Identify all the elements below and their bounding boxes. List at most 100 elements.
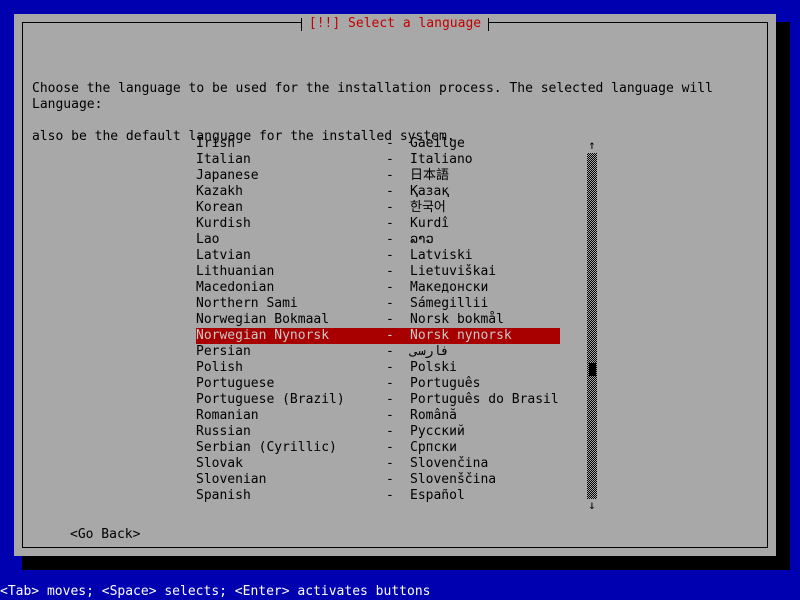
language-list-item[interactable]: Irish - Gaeilge [196, 136, 560, 152]
language-name-english: Kurdish [196, 216, 251, 231]
language-name-english: Lithuanian [196, 264, 275, 279]
language-name-native: فارسی [410, 344, 450, 359]
language-name-native: Italiano [410, 152, 473, 167]
language-column-separator: - [386, 168, 394, 183]
language-name-english: Northern Sami [196, 296, 298, 311]
language-column-separator: - [386, 136, 394, 151]
language-column-separator: - [386, 280, 394, 295]
language-name-english: Lao [196, 232, 220, 247]
language-column-separator: - [386, 312, 394, 327]
language-name-english: Slovak [196, 456, 243, 471]
language-name-native: Қазақ [410, 184, 450, 199]
language-list-item[interactable]: Norwegian Nynorsk - Norsk nynorsk [196, 328, 560, 344]
language-list-item[interactable]: Kurdish - Kurdî [196, 216, 560, 232]
language-name-native: Sámegillii [410, 296, 489, 311]
installer-screen: [!!] Select a language Choose the langua… [0, 0, 800, 600]
language-column-separator: - [386, 216, 394, 231]
keyboard-help-bar: <Tab> moves; <Space> selects; <Enter> ac… [0, 584, 800, 600]
language-column-separator: - [386, 472, 394, 487]
language-column-separator: - [386, 424, 394, 439]
language-name-native: Norsk bokmål [410, 312, 504, 327]
language-column-separator: - [386, 392, 394, 407]
language-column-separator: - [386, 152, 394, 167]
language-name-english: Norwegian Nynorsk [196, 328, 330, 343]
language-list-item[interactable]: Polish - Polski [196, 360, 560, 376]
go-back-button[interactable]: <Go Back> [70, 527, 140, 543]
language-name-native: Македонски [410, 280, 489, 295]
language-list-item[interactable]: Northern Sami - Sámegillii [196, 296, 560, 312]
language-name-english: Latvian [196, 248, 251, 263]
language-list-item[interactable]: Portuguese (Brazil) - Português do Brasil [196, 392, 560, 408]
language-name-native: Română [410, 408, 457, 423]
language-list-item[interactable]: Lithuanian - Lietuviškai [196, 264, 560, 280]
language-name-english: Macedonian [196, 280, 275, 295]
language-name-english: Serbian (Cyrillic) [196, 440, 337, 455]
language-list-item[interactable]: Romanian - Română [196, 408, 560, 424]
language-name-english: Russian [196, 424, 251, 439]
language-name-native: Norsk nynorsk [410, 328, 512, 343]
language-column-separator: - [386, 184, 394, 199]
language-name-native: Gaeilge [410, 136, 465, 151]
scrollbar-trough[interactable] [587, 153, 597, 499]
language-name-native: Lietuviškai [410, 264, 497, 279]
language-list-item[interactable]: Persian - فارسی [196, 344, 560, 360]
language-column-separator: - [386, 408, 394, 423]
language-name-english: Irish [196, 136, 236, 151]
language-list-scrollbar[interactable]: ↑ ↓ [586, 139, 598, 511]
language-name-native: Slovenčina [410, 456, 489, 471]
language-name-native: 日本語 [410, 168, 450, 183]
language-name-english: Portuguese [196, 376, 275, 391]
description-line-1: Choose the language to be used for the i… [32, 81, 713, 96]
language-list-item[interactable]: Kazakh - Қазақ [196, 184, 560, 200]
language-list-item[interactable]: Norwegian Bokmaal - Norsk bokmål [196, 312, 560, 328]
language-column-separator: - [386, 456, 394, 471]
language-column-separator: - [386, 264, 394, 279]
language-name-native: Русский [410, 424, 465, 439]
language-list-item[interactable]: Slovak - Slovenčina [196, 456, 560, 472]
language-list-item[interactable]: Portuguese - Português [196, 376, 560, 392]
language-list-item[interactable]: Korean - 한국어 [196, 200, 560, 216]
language-name-english: Romanian [196, 408, 259, 423]
language-name-english: Polish [196, 360, 243, 375]
language-list-item[interactable]: Lao - ລາວ [196, 232, 560, 248]
language-list-item[interactable]: Latvian - Latviski [196, 248, 560, 264]
language-column-separator: - [386, 328, 394, 343]
language-list-item[interactable]: Slovenian - Slovenščina [196, 472, 560, 488]
scroll-up-arrow-icon[interactable]: ↑ [586, 139, 598, 151]
language-column-separator: - [386, 488, 394, 503]
language-list-item[interactable]: Japanese - 日本語 [196, 168, 560, 184]
language-column-separator: - [386, 200, 394, 215]
language-list-item[interactable]: Russian - Русский [196, 424, 560, 440]
language-list-item[interactable]: Serbian (Cyrillic) - Српски [196, 440, 560, 456]
language-name-english: Japanese [196, 168, 259, 183]
language-list-item[interactable]: Italian - Italiano [196, 152, 560, 168]
language-name-english: Italian [196, 152, 251, 167]
language-name-native: Português [410, 376, 481, 391]
scrollbar-thumb[interactable] [589, 363, 596, 376]
language-column-separator: - [386, 296, 394, 311]
language-name-native: ລາວ [410, 232, 434, 247]
language-name-native: Português do Brasil [410, 392, 559, 407]
language-column-separator: - [386, 376, 394, 391]
select-language-dialog: [!!] Select a language Choose the langua… [14, 14, 776, 556]
language-name-english: Slovenian [196, 472, 267, 487]
language-list-item[interactable]: Spanish - Español [196, 488, 560, 504]
language-listbox[interactable]: Irish - Gaeilge Italian - Italiano Japanese - 日本… [196, 136, 560, 504]
language-name-english: Norwegian Bokmaal [196, 312, 330, 327]
language-name-native: Kurdî [410, 216, 450, 231]
language-name-native: Polski [410, 360, 457, 375]
language-name-english: Spanish [196, 488, 251, 503]
language-field-label: Language: [32, 97, 103, 112]
language-name-native: Español [410, 488, 465, 503]
language-name-english: Kazakh [196, 184, 243, 199]
language-name-native: Latviski [410, 248, 473, 263]
language-column-separator: - [386, 248, 394, 263]
language-list-item[interactable]: Macedonian - Македонски [196, 280, 560, 296]
language-column-separator: - [386, 360, 394, 375]
language-name-english: Korean [196, 200, 243, 215]
language-name-english: Persian [196, 344, 251, 359]
language-name-native: Српски [410, 440, 457, 455]
language-column-separator: - [386, 344, 394, 359]
scroll-down-arrow-icon[interactable]: ↓ [586, 499, 598, 511]
language-name-native: Slovenščina [410, 472, 497, 487]
